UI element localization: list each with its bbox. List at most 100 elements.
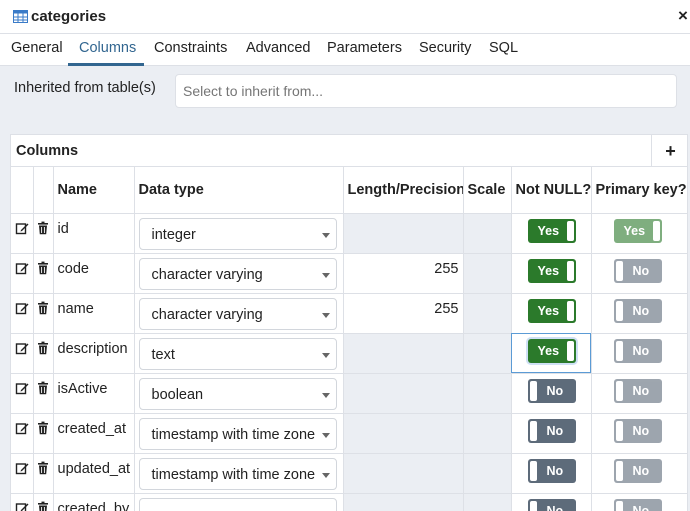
edit-icon[interactable] — [15, 261, 29, 275]
delete-header — [32, 167, 54, 214]
length-cell[interactable] — [342, 332, 464, 374]
scale-cell[interactable] — [462, 252, 512, 294]
scale-cell[interactable] — [462, 492, 512, 511]
trash-icon[interactable] — [36, 381, 50, 395]
length-cell[interactable] — [342, 412, 464, 454]
data-type-select[interactable]: character varying — [138, 297, 337, 330]
column-name[interactable]: name — [52, 292, 135, 334]
primary-key-cell: No — [590, 452, 687, 494]
trash-icon[interactable] — [36, 301, 50, 315]
data-type-cell: timestamp with time zone — [133, 412, 344, 454]
primary-key-cell: Yes — [590, 212, 687, 254]
data-type-select[interactable]: timestamp with time zone — [138, 417, 337, 450]
grid-title: Columns — [16, 143, 79, 159]
data-type-cell: character varying — [133, 252, 344, 294]
data-type-select[interactable] — [138, 497, 337, 511]
primary-key-toggle[interactable]: No — [613, 498, 662, 511]
not-null-toggle[interactable]: Yes — [527, 338, 576, 363]
scale-cell[interactable] — [462, 412, 512, 454]
not-null-toggle[interactable]: No — [527, 418, 576, 443]
tab-parameters[interactable]: Parameters — [327, 40, 402, 56]
column-name[interactable]: isActive — [52, 372, 135, 414]
data-type-select[interactable]: integer — [138, 217, 337, 250]
length-cell[interactable]: 255 — [342, 292, 464, 334]
edit-cell — [11, 452, 34, 494]
primary-key-toggle[interactable]: No — [613, 338, 662, 363]
not-null-cell: Yes — [510, 212, 592, 254]
data-type-select[interactable]: character varying — [138, 257, 337, 290]
dialog-title: categories — [31, 8, 107, 25]
edit-cell — [11, 292, 34, 334]
not-null-toggle[interactable]: Yes — [527, 298, 576, 323]
column-name[interactable]: created_by — [52, 492, 135, 511]
scale-cell[interactable] — [462, 452, 512, 494]
length-cell[interactable] — [342, 492, 464, 511]
edit-icon[interactable] — [15, 341, 29, 355]
tab-sql[interactable]: SQL — [489, 40, 518, 56]
chevron-down-icon — [321, 232, 330, 238]
data-type-select[interactable]: timestamp with time zone — [138, 457, 337, 490]
trash-icon[interactable] — [36, 261, 50, 275]
column-name[interactable]: id — [52, 212, 135, 254]
edit-icon[interactable] — [15, 301, 29, 315]
primary-key-cell: No — [590, 332, 687, 374]
chevron-down-icon — [321, 312, 330, 318]
table-icon — [13, 10, 28, 23]
scale-cell[interactable] — [462, 212, 512, 254]
data-type-cell — [133, 492, 344, 511]
trash-icon[interactable] — [36, 501, 50, 511]
data-type-value: character varying — [151, 306, 263, 323]
column-name[interactable]: description — [52, 332, 135, 374]
column-name[interactable]: code — [52, 252, 135, 294]
primary-key-toggle[interactable]: No — [613, 298, 662, 323]
primary-key-toggle[interactable]: No — [613, 458, 662, 483]
table-row: created_by No No — [11, 492, 687, 511]
primary-key-toggle[interactable]: Yes — [613, 218, 662, 243]
data-type-select[interactable]: text — [138, 337, 337, 370]
length-cell[interactable] — [342, 212, 464, 254]
trash-icon[interactable] — [36, 461, 50, 475]
scale-cell[interactable] — [462, 372, 512, 414]
close-icon[interactable]: × — [678, 6, 688, 26]
scale-cell[interactable] — [462, 292, 512, 334]
chevron-down-icon — [321, 352, 330, 358]
table-row: name character varying 255 Yes No — [11, 292, 687, 334]
primary-key-toggle[interactable]: No — [613, 258, 662, 283]
not-null-cell: No — [510, 452, 592, 494]
primary-key-toggle[interactable]: No — [613, 418, 662, 443]
scale-cell[interactable] — [462, 332, 512, 374]
data-type-cell: character varying — [133, 292, 344, 334]
edit-icon[interactable] — [15, 501, 29, 511]
not-null-toggle[interactable]: No — [527, 378, 576, 403]
tab-constraints[interactable]: Constraints — [154, 40, 227, 56]
data-type-select[interactable]: boolean — [138, 377, 337, 410]
length-cell[interactable] — [342, 372, 464, 414]
not-null-toggle[interactable]: Yes — [527, 258, 576, 283]
add-column-button[interactable]: + — [651, 135, 687, 167]
inherit-select[interactable] — [175, 74, 677, 108]
tab-columns[interactable]: Columns — [79, 40, 136, 56]
column-name[interactable]: created_at — [52, 412, 135, 454]
not-null-toggle[interactable]: Yes — [527, 218, 576, 243]
edit-icon[interactable] — [15, 461, 29, 475]
data-type-value: character varying — [151, 266, 263, 283]
length-cell[interactable]: 255 — [342, 252, 464, 294]
length-cell[interactable] — [342, 452, 464, 494]
edit-cell — [11, 212, 34, 254]
primary-key-toggle[interactable]: No — [613, 378, 662, 403]
tab-advanced[interactable]: Advanced — [246, 40, 311, 56]
trash-icon[interactable] — [36, 421, 50, 435]
trash-icon[interactable] — [36, 221, 50, 235]
edit-icon[interactable] — [15, 421, 29, 435]
column-name[interactable]: updated_at — [52, 452, 135, 494]
trash-icon[interactable] — [36, 341, 50, 355]
tab-security[interactable]: Security — [419, 40, 471, 56]
table-row: code character varying 255 Yes No — [11, 252, 687, 294]
tab-general[interactable]: General — [11, 40, 63, 56]
not-null-toggle[interactable]: No — [527, 458, 576, 483]
not-null-toggle[interactable]: No — [527, 498, 576, 511]
columns-grid: Columns + Name Data type Length/Precisio… — [10, 134, 688, 511]
primary-key-cell: No — [590, 252, 687, 294]
edit-icon[interactable] — [15, 381, 29, 395]
edit-icon[interactable] — [15, 221, 29, 235]
